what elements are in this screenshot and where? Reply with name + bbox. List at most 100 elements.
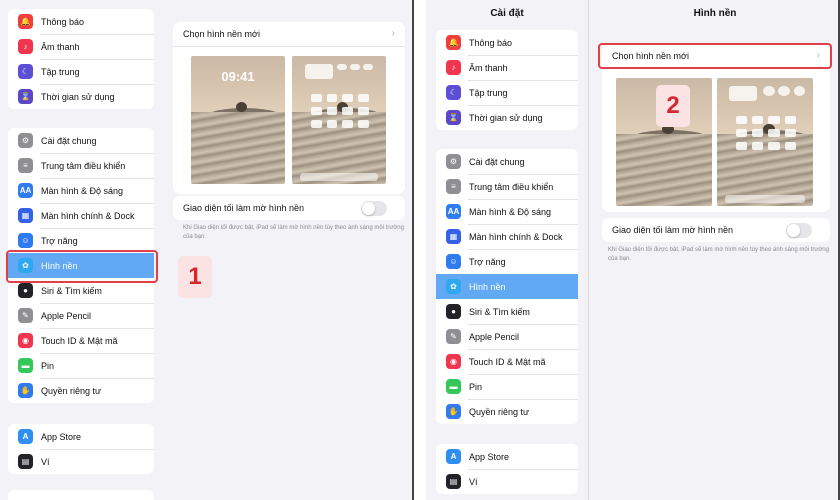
- sidebar-item-label: Ví: [469, 476, 478, 487]
- dark-appearance-card: Giao diện tối làm mờ hình nền: [173, 196, 405, 220]
- sidebar-item-fingerprint[interactable]: ◉ Touch ID & Mật mã: [8, 328, 154, 353]
- sidebar-item-label: Âm thanh: [469, 62, 508, 73]
- sidebar-item-gear[interactable]: ⚙ Cài đặt chung: [8, 128, 154, 153]
- sidebar-title: Cài đặt: [490, 8, 524, 19]
- accessibility-icon: ☺: [18, 233, 33, 248]
- dark-appearance-row: Giao diện tối làm mờ hình nền: [183, 196, 395, 220]
- pencil-icon: ✎: [18, 308, 33, 323]
- battery-icon: ▬: [18, 358, 33, 373]
- step-1-badge: 1: [178, 256, 212, 298]
- sidebar-item-fingerprint[interactable]: ◉ Touch ID & Mật mã: [436, 349, 578, 374]
- dark-appearance-label: Giao diện tối làm mờ hình nền: [183, 203, 304, 213]
- sidebar-item-label: Trợ năng: [41, 235, 78, 246]
- sidebar-item-label: Touch ID & Mật mã: [469, 356, 546, 367]
- sidebar-group-partial: [8, 490, 154, 500]
- sidebar-item-flower[interactable]: ✿ Hình nền: [436, 274, 578, 299]
- sidebar-item-label: Quyền riêng tư: [469, 406, 530, 417]
- sidebar-item-speaker[interactable]: ♪ Âm thanh: [8, 34, 154, 59]
- sidebar-item-label: Trung tâm điều khiển: [41, 160, 126, 171]
- choose-wallpaper-label: Chọn hình nền mới: [183, 29, 260, 39]
- home-screen-preview[interactable]: [717, 78, 813, 206]
- sidebar-item-label: Siri & Tìm kiếm: [469, 306, 530, 317]
- sidebar-item-label: Touch ID & Mật mã: [41, 335, 118, 346]
- sidebar-item-grid[interactable]: ▦ Màn hình chính & Dock: [8, 203, 154, 228]
- switches-icon: ≡: [18, 158, 33, 173]
- sidebar-item-label: Thời gian sử dụng: [469, 112, 543, 123]
- sidebar-item-text-size[interactable]: AA Màn hình & Độ sáng: [8, 178, 154, 203]
- sidebar-item-speaker[interactable]: ♪ Âm thanh: [436, 55, 578, 80]
- sidebar-item-label: Siri & Tìm kiếm: [41, 285, 102, 296]
- lock-screen-preview[interactable]: 09:41: [191, 56, 285, 184]
- pencil-icon: ✎: [446, 329, 461, 344]
- text-size-icon: AA: [446, 204, 461, 219]
- wallpaper-content: Chọn hình nền mới › 09:41 Giao diện tối …: [163, 0, 412, 500]
- sidebar-item-hourglass[interactable]: ⌛ Thời gian sử dụng: [8, 84, 154, 109]
- sidebar-item-hourglass[interactable]: ⌛ Thời gian sử dụng: [436, 105, 578, 130]
- sidebar-item-grid[interactable]: ▦ Màn hình chính & Dock: [436, 224, 578, 249]
- sidebar-item-label: Cài đặt chung: [469, 156, 525, 167]
- text-size-icon: AA: [18, 183, 33, 198]
- siri-icon: ●: [446, 304, 461, 319]
- sidebar-item-battery[interactable]: ▬ Pin: [436, 374, 578, 399]
- sidebar-item-label: Tập trung: [469, 87, 508, 98]
- sidebar-item-pencil[interactable]: ✎ Apple Pencil: [436, 324, 578, 349]
- siri-icon: ●: [18, 283, 33, 298]
- dark-appearance-card: Giao diện tối làm mờ hình nền: [602, 218, 830, 242]
- sidebar-item-wallet[interactable]: ▤ Ví: [436, 469, 578, 494]
- sidebar-group-notifications: 🔔 Thông báo ♪ Âm thanh ☾ Tập trung ⌛ Thời gian …: [436, 30, 578, 130]
- sidebar-item-label: Apple Pencil: [469, 331, 520, 342]
- dark-appearance-toggle[interactable]: [786, 222, 812, 238]
- content-title: Hình nền: [693, 8, 737, 19]
- sidebar-item-siri[interactable]: ● Siri & Tìm kiếm: [436, 299, 578, 324]
- sidebar-item-label: Thời gian sử dụng: [41, 91, 115, 102]
- sidebar-item-app-store[interactable]: A App Store: [8, 424, 154, 449]
- sidebar-item-label: App Store: [41, 431, 82, 442]
- choose-wallpaper-row[interactable]: Chọn hình nền mới: [183, 22, 395, 46]
- sidebar-item-label: Âm thanh: [41, 41, 80, 52]
- sidebar-item-label: Màn hình chính & Dock: [469, 231, 563, 242]
- sidebar-item-bell[interactable]: 🔔 Thông báo: [436, 30, 578, 55]
- moon-icon: ☾: [18, 64, 33, 79]
- battery-icon: ▬: [446, 379, 461, 394]
- sidebar-item-switches[interactable]: ≡ Trung tâm điều khiển: [436, 174, 578, 199]
- sidebar-item-label: Màn hình chính & Dock: [41, 210, 135, 221]
- sidebar-item-text-size[interactable]: AA Màn hình & Độ sáng: [436, 199, 578, 224]
- bell-icon: 🔔: [446, 35, 461, 50]
- sidebar-item-accessibility[interactable]: ☺ Trợ năng: [436, 249, 578, 274]
- dark-appearance-toggle[interactable]: [361, 200, 387, 216]
- sidebar-item-label: Tập trung: [41, 66, 80, 77]
- sidebar-item-battery[interactable]: ▬ Pin: [8, 353, 154, 378]
- settings-sidebar: Cài đặt 🔔 Thông báo ♪ Âm thanh ☾ Tập trung ⌛ Th…: [426, 0, 589, 500]
- fingerprint-icon: ◉: [446, 354, 461, 369]
- sidebar-item-moon[interactable]: ☾ Tập trung: [436, 80, 578, 105]
- sidebar-item-wallet[interactable]: ▤ Ví: [8, 449, 154, 474]
- switches-icon: ≡: [446, 179, 461, 194]
- sidebar-item-switches[interactable]: ≡ Trung tâm điều khiển: [8, 153, 154, 178]
- home-screen-preview[interactable]: [292, 56, 386, 184]
- sidebar-item-label: Trợ năng: [469, 256, 506, 267]
- sidebar-item-app-store[interactable]: A App Store: [436, 444, 578, 469]
- moon-icon: ☾: [446, 85, 461, 100]
- flower-icon: ✿: [446, 279, 461, 294]
- sidebar-item-label: Pin: [469, 381, 483, 392]
- left-screenshot: 🔔 Thông báo ♪ Âm thanh ☾ Tập trung ⌛ Thời gian …: [0, 0, 412, 500]
- sidebar-item-label: Ví: [41, 456, 50, 467]
- accessibility-icon: ☺: [446, 254, 461, 269]
- sidebar-group-store: A App Store ▤ Ví: [8, 424, 154, 474]
- sidebar-item-label: Pin: [41, 360, 55, 371]
- sidebar-item-hand[interactable]: ✋ Quyền riêng tư: [8, 378, 154, 403]
- sidebar-item-label: Quyền riêng tư: [41, 385, 102, 396]
- step-2-badge: 2: [656, 85, 690, 127]
- sidebar-item-pencil[interactable]: ✎ Apple Pencil: [8, 303, 154, 328]
- sidebar-item-moon[interactable]: ☾ Tập trung: [8, 59, 154, 84]
- sidebar-item-label: Cài đặt chung: [41, 135, 97, 146]
- fingerprint-icon: ◉: [18, 333, 33, 348]
- sidebar-item-hand[interactable]: ✋ Quyền riêng tư: [436, 399, 578, 424]
- sidebar-item-gear[interactable]: ⚙ Cài đặt chung: [436, 149, 578, 174]
- hourglass-icon: ⌛: [446, 110, 461, 125]
- sidebar-item-bell[interactable]: 🔔 Thông báo: [8, 9, 154, 34]
- sidebar-group-notifications: 🔔 Thông báo ♪ Âm thanh ☾ Tập trung ⌛ Thời gian …: [8, 9, 154, 109]
- wallpaper-card: Chọn hình nền mới › 09:41: [173, 22, 405, 194]
- grid-icon: ▦: [18, 208, 33, 223]
- speaker-icon: ♪: [446, 60, 461, 75]
